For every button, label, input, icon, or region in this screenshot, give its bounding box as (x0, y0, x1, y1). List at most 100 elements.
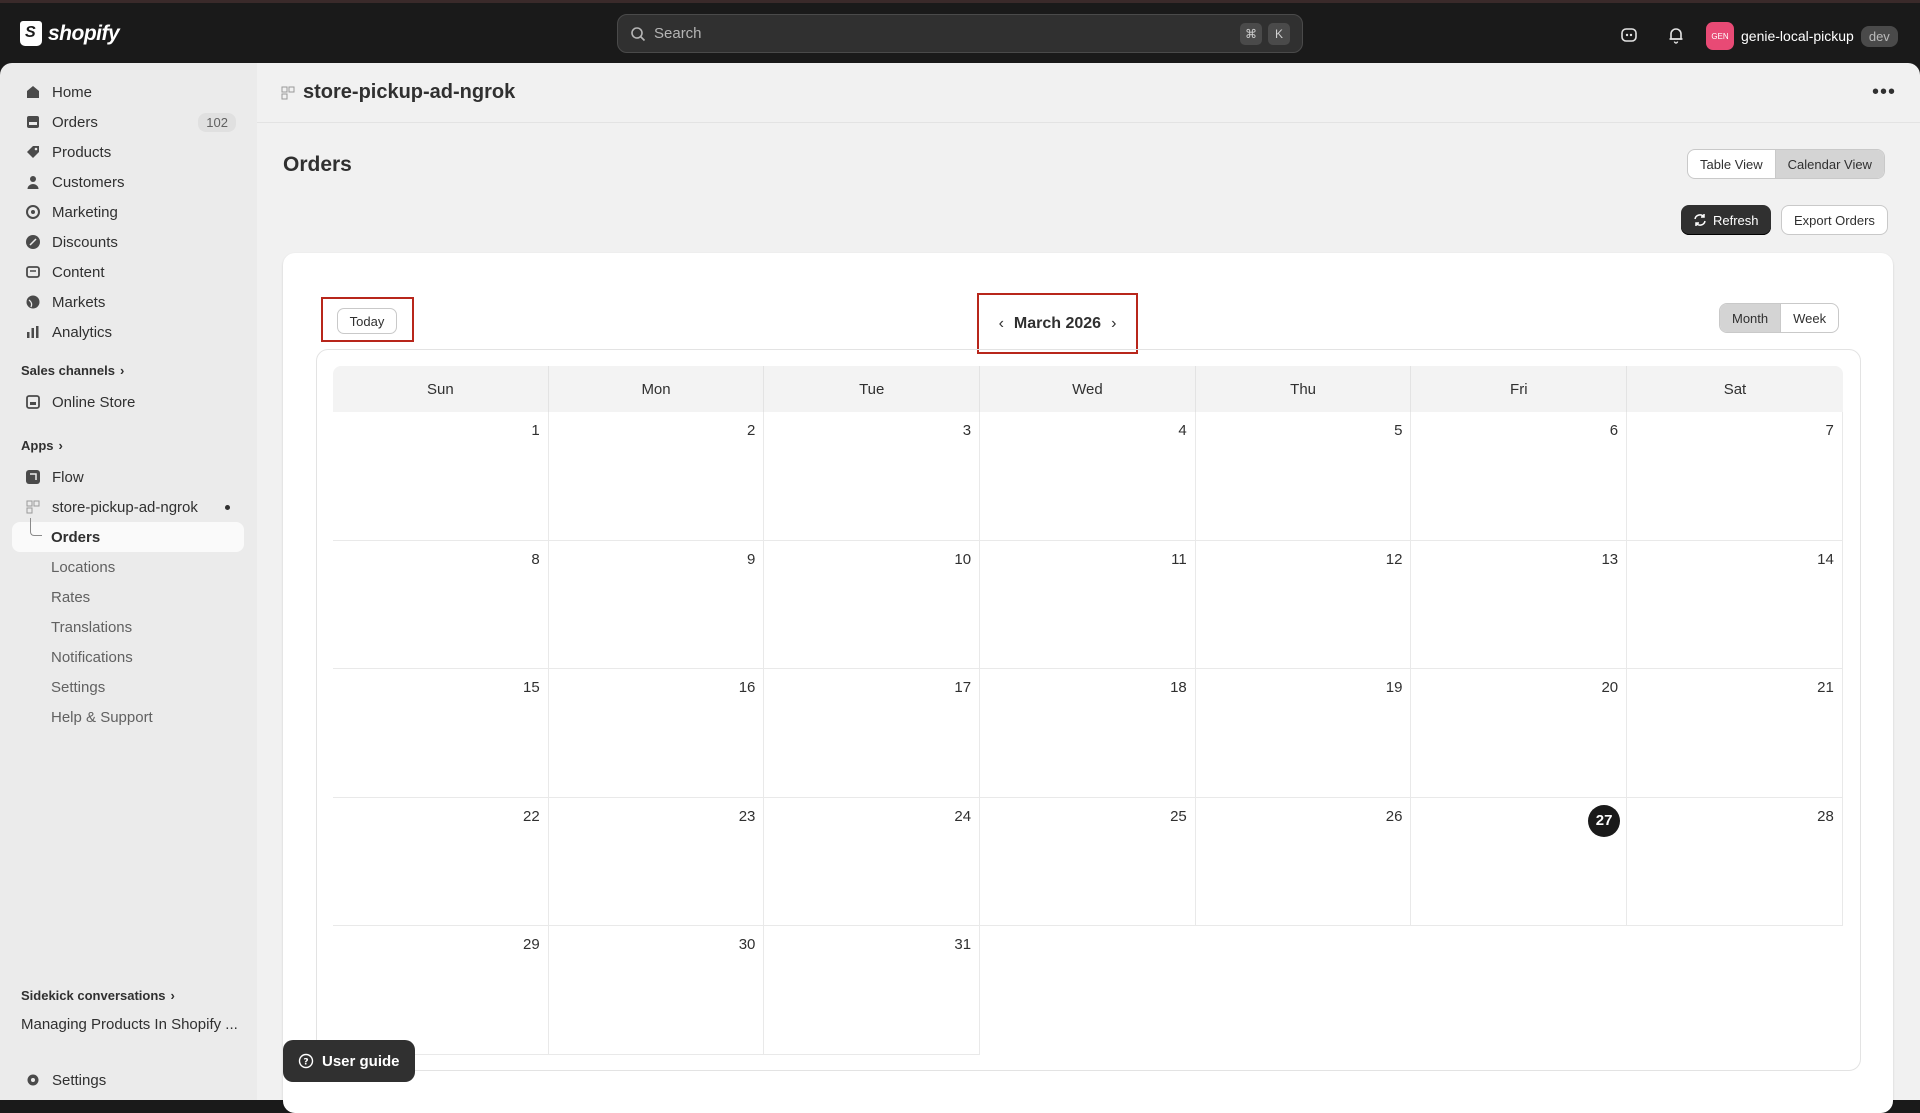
table-view-button[interactable]: Table View (1688, 150, 1776, 178)
chevron-right-icon[interactable]: › (1111, 315, 1116, 333)
sidebar-item-markets[interactable]: Markets (12, 287, 244, 317)
sidebar-item-analytics[interactable]: Analytics (12, 317, 244, 347)
sidebar-item-content[interactable]: Content (12, 257, 244, 287)
calendar-day-cell[interactable]: 2 (548, 412, 765, 541)
tree-connector (30, 518, 42, 536)
tag-icon (24, 143, 42, 161)
day-number: 17 (954, 679, 972, 697)
sidebar-item-orders[interactable]: Orders 102 (12, 107, 244, 137)
month-button[interactable]: Month (1720, 304, 1782, 332)
sidebar-item-flow[interactable]: Flow (12, 462, 244, 492)
bell-icon[interactable] (1666, 25, 1686, 45)
calendar-day-cell[interactable]: 18 (980, 669, 1196, 798)
chevron-right-icon: › (58, 438, 63, 453)
sidekick-header[interactable]: Sidekick conversations › (21, 988, 175, 1003)
sidebar-subitem-help[interactable]: Help & Support (12, 702, 244, 732)
sidekick-icon[interactable] (1619, 25, 1639, 45)
calendar-day-cell[interactable]: 14 (1627, 540, 1843, 670)
weekday-label: Tue (764, 366, 981, 412)
calendar-empty-cell (1411, 926, 1627, 1055)
weekday-label: Fri (1411, 366, 1628, 412)
calendar-day-cell[interactable]: 3 (764, 412, 981, 541)
today-button[interactable]: Today (337, 308, 397, 334)
sales-channels-header[interactable]: Sales channels › (21, 363, 124, 378)
sidebar-label: Online Store (52, 393, 136, 411)
sidebar-subitem-settings[interactable]: Settings (12, 672, 244, 702)
sidebar-subitem-orders[interactable]: Orders (12, 518, 244, 552)
calendar-day-cell[interactable]: 30 (548, 926, 765, 1055)
sidebar-label: store-pickup-ad-ngrok (52, 498, 198, 516)
calendar-card: Today ‹ March 2026 › Month Week Sun Mon Tu… (283, 253, 1893, 1113)
day-number: 23 (738, 807, 756, 825)
week-button[interactable]: Week (1781, 304, 1838, 332)
calendar-day-cell[interactable]: 19 (1195, 669, 1412, 798)
home-icon (24, 83, 42, 101)
export-orders-button[interactable]: Export Orders (1781, 205, 1888, 235)
calendar-day-cell[interactable]: 8 (333, 540, 549, 670)
calendar-day-cell[interactable]: 27 (1411, 797, 1628, 927)
day-number: 2 (747, 422, 756, 439)
calendar: Sun Mon Tue Wed Thu Fri Sat 1 2 3 4 5 6 7 8 9 10 11 12 13 1… (316, 349, 1861, 1071)
weekday-label: Sun (333, 366, 549, 412)
sidebar-label: Help & Support (51, 708, 153, 726)
section-label-text: Apps (21, 438, 54, 453)
chevron-left-icon[interactable]: ‹ (999, 315, 1004, 333)
calendar-day-cell[interactable]: 29 (333, 926, 549, 1055)
refresh-label: Refresh (1713, 212, 1759, 228)
calendar-day-cell[interactable]: 15 (333, 669, 549, 798)
calendar-day-cell[interactable]: 10 (764, 540, 981, 670)
calendar-day-cell[interactable]: 4 (980, 412, 1196, 541)
calendar-day-cell[interactable]: 11 (980, 540, 1196, 670)
search-bar[interactable]: Search ⌘ K (617, 14, 1303, 53)
calendar-day-cell[interactable]: 26 (1195, 797, 1412, 927)
sidebar-item-products[interactable]: Products (12, 137, 244, 167)
sidebar-label: Discounts (52, 233, 118, 251)
day-number: 24 (954, 807, 972, 825)
sidebar-item-marketing[interactable]: Marketing (12, 197, 244, 227)
calendar-day-cell[interactable]: 17 (764, 669, 981, 798)
sidebar-label: Customers (52, 173, 125, 191)
calendar-day-cell[interactable]: 13 (1411, 540, 1628, 670)
calendar-day-cell[interactable]: 28 (1627, 797, 1843, 927)
calendar-day-cell[interactable]: 23 (548, 797, 765, 927)
calendar-day-cell[interactable]: 22 (333, 797, 549, 927)
apps-header[interactable]: Apps › (21, 438, 63, 453)
calendar-view-button[interactable]: Calendar View (1775, 150, 1884, 178)
calendar-day-cell[interactable]: 24 (764, 797, 981, 927)
section-label-text: Sales channels (21, 363, 115, 378)
shopify-logo[interactable]: shopify (20, 21, 120, 46)
calendar-day-cell[interactable]: 6 (1411, 412, 1628, 541)
weekday-label: Sat (1723, 380, 1747, 398)
more-actions-icon[interactable]: ••• (1872, 81, 1896, 104)
sidebar-subitem-notifications[interactable]: Notifications (12, 642, 244, 672)
calendar-day-cell[interactable]: 1 (333, 412, 549, 541)
sidebar-label: Notifications (51, 648, 133, 666)
calendar-day-cell[interactable]: 31 (764, 926, 981, 1055)
sidebar-item-settings[interactable]: Settings (12, 1065, 244, 1095)
sidebar-subitem-rates[interactable]: Rates (12, 582, 244, 612)
calendar-day-cell[interactable]: 12 (1195, 540, 1412, 670)
refresh-button[interactable]: Refresh (1681, 205, 1771, 235)
sidebar-item-online-store[interactable]: Online Store (12, 387, 244, 417)
calendar-day-cell[interactable]: 21 (1627, 669, 1843, 798)
svg-text:?: ? (303, 1058, 308, 1068)
calendar-day-cell[interactable]: 25 (980, 797, 1196, 927)
store-menu[interactable]: GEN genie-local-pickup dev (1706, 22, 1898, 50)
sidebar-item-app[interactable]: store-pickup-ad-ngrok (12, 492, 244, 522)
sidebar-subitem-translations[interactable]: Translations (12, 612, 244, 642)
user-guide-button[interactable]: ? User guide (283, 1040, 415, 1082)
sidebar-item-home[interactable]: Home (12, 77, 244, 107)
calendar-day-cell[interactable]: 5 (1195, 412, 1412, 541)
sidebar-item-customers[interactable]: Customers (12, 167, 244, 197)
day-number: 7 (1825, 422, 1834, 439)
calendar-day-cell[interactable]: 16 (548, 669, 765, 798)
sidebar-subitem-locations[interactable]: Locations (12, 552, 244, 582)
chart-icon (24, 323, 42, 341)
sidebar-label: Orders (51, 528, 101, 546)
sidebar-item-discounts[interactable]: Discounts (12, 227, 244, 257)
calendar-day-cell[interactable]: 7 (1627, 412, 1843, 541)
day-number: 22 (523, 807, 540, 825)
calendar-day-cell[interactable]: 20 (1411, 669, 1628, 798)
calendar-day-cell[interactable]: 9 (548, 540, 765, 670)
sidekick-conversation-item[interactable]: Managing Products In Shopify ... (12, 1009, 244, 1039)
